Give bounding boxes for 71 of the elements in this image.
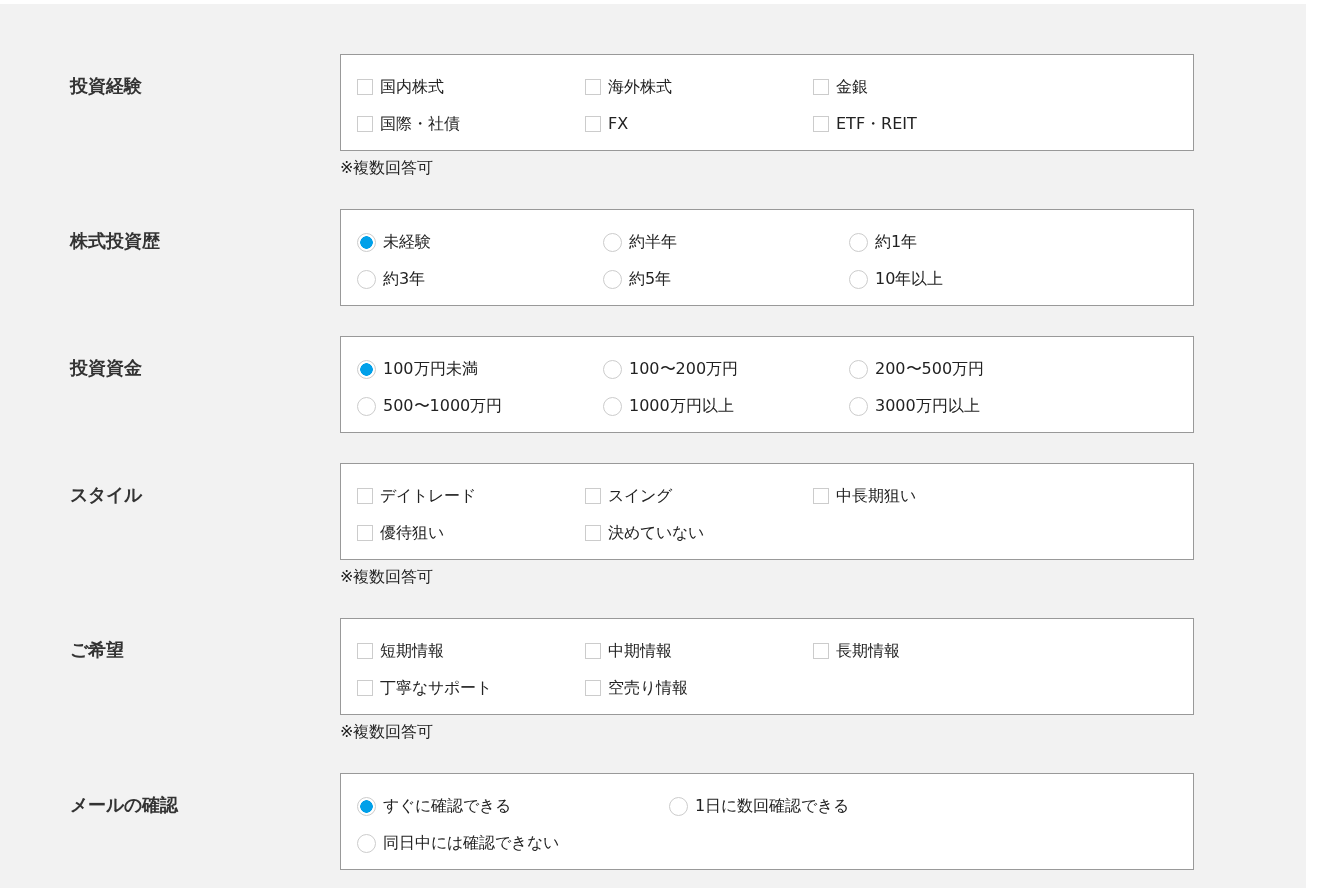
option-label: デイトレード (380, 485, 476, 507)
option-label: 1日に数回確認できる (695, 795, 850, 817)
radio-button[interactable] (603, 232, 622, 252)
option-label: 10年以上 (875, 268, 944, 290)
note-text: ※複数回答可 (340, 566, 434, 588)
option-label: 丁寧なサポート (380, 677, 492, 699)
checkbox[interactable] (585, 643, 601, 659)
radio-button[interactable] (849, 269, 868, 289)
checkbox[interactable] (357, 488, 373, 504)
checkbox[interactable] (585, 79, 601, 95)
radio-button[interactable] (357, 269, 376, 289)
checkbox[interactable] (813, 116, 829, 132)
option-label: 100〜200万円 (629, 358, 739, 380)
radio-button[interactable] (603, 396, 622, 416)
checkbox[interactable] (357, 79, 373, 95)
option-label: 国内株式 (380, 76, 444, 98)
checkbox[interactable] (585, 116, 601, 132)
radio-button[interactable] (603, 359, 622, 379)
radio-button[interactable] (357, 359, 376, 379)
option-label: 500〜1000万円 (383, 395, 503, 417)
option-label: 海外株式 (608, 76, 672, 98)
option-label: 約半年 (629, 231, 677, 253)
checkbox[interactable] (585, 680, 601, 696)
field-label: ご希望 (70, 638, 125, 662)
option-label: 空売り情報 (608, 677, 688, 699)
checkbox[interactable] (813, 643, 829, 659)
radio-button[interactable] (849, 232, 868, 252)
option-label: 決めていない (608, 522, 704, 544)
radio-button[interactable] (849, 396, 868, 416)
option-label: 100万円未満 (383, 358, 478, 380)
checkbox[interactable] (813, 488, 829, 504)
checkbox[interactable] (585, 525, 601, 541)
option-label: 優待狙い (380, 522, 444, 544)
radio-button[interactable] (357, 396, 376, 416)
checkbox[interactable] (357, 116, 373, 132)
field-label: 投資経験 (70, 74, 143, 98)
option-label: 長期情報 (836, 640, 900, 662)
option-label: FX (608, 113, 629, 135)
field-label: 株式投資歴 (70, 229, 161, 253)
note-text: ※複数回答可 (340, 157, 434, 179)
radio-button[interactable] (669, 796, 688, 816)
radio-button[interactable] (849, 359, 868, 379)
option-label: 未経験 (383, 231, 431, 253)
option-label: すぐに確認できる (383, 795, 511, 817)
option-label: 同日中には確認できない (383, 832, 559, 854)
option-label: ETF・REIT (836, 113, 917, 135)
radio-button[interactable] (603, 269, 622, 289)
field-label: メールの確認 (70, 793, 180, 817)
checkbox[interactable] (357, 680, 373, 696)
option-label: 1000万円以上 (629, 395, 734, 417)
checkbox[interactable] (357, 643, 373, 659)
option-label: 短期情報 (380, 640, 444, 662)
option-label: 中長期狙い (836, 485, 916, 507)
option-label: 約5年 (629, 268, 672, 290)
option-label: 3000万円以上 (875, 395, 980, 417)
option-label: スイング (608, 485, 672, 507)
option-label: 中期情報 (608, 640, 672, 662)
radio-button[interactable] (357, 833, 376, 853)
option-label: 金銀 (836, 76, 868, 98)
checkbox[interactable] (357, 525, 373, 541)
field-label: スタイル (70, 483, 144, 507)
option-label: 約3年 (383, 268, 426, 290)
option-label: 約1年 (875, 231, 918, 253)
option-label: 200〜500万円 (875, 358, 985, 380)
option-label: 国際・社債 (380, 113, 460, 135)
checkbox[interactable] (813, 79, 829, 95)
radio-button[interactable] (357, 796, 376, 816)
checkbox[interactable] (585, 488, 601, 504)
radio-button[interactable] (357, 232, 376, 252)
note-text: ※複数回答可 (340, 721, 434, 743)
field-label: 投資資金 (70, 356, 143, 380)
